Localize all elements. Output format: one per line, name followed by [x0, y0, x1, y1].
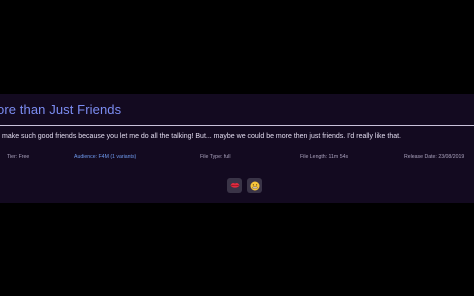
reaction-button-grimace[interactable]: [247, 178, 262, 193]
release-date-label: Release Date: 23/08/2019: [404, 154, 465, 160]
reaction-button-lips[interactable]: [227, 178, 242, 193]
file-type-label: File Type: full: [200, 154, 231, 160]
grimace-face-icon: [250, 181, 260, 191]
lips-icon: [230, 182, 240, 189]
post-title[interactable]: ore than Just Friends: [0, 102, 121, 117]
tier-label: Tier: Free: [7, 154, 30, 160]
audience-link[interactable]: Audience: F4M (1 variants): [74, 154, 136, 160]
page: ore than Just Friends make such good fri…: [0, 0, 474, 296]
file-length-label: File Length: 11m 54s: [300, 154, 349, 160]
post-description: make such good friends because you let m…: [2, 133, 401, 140]
divider: [0, 125, 474, 126]
